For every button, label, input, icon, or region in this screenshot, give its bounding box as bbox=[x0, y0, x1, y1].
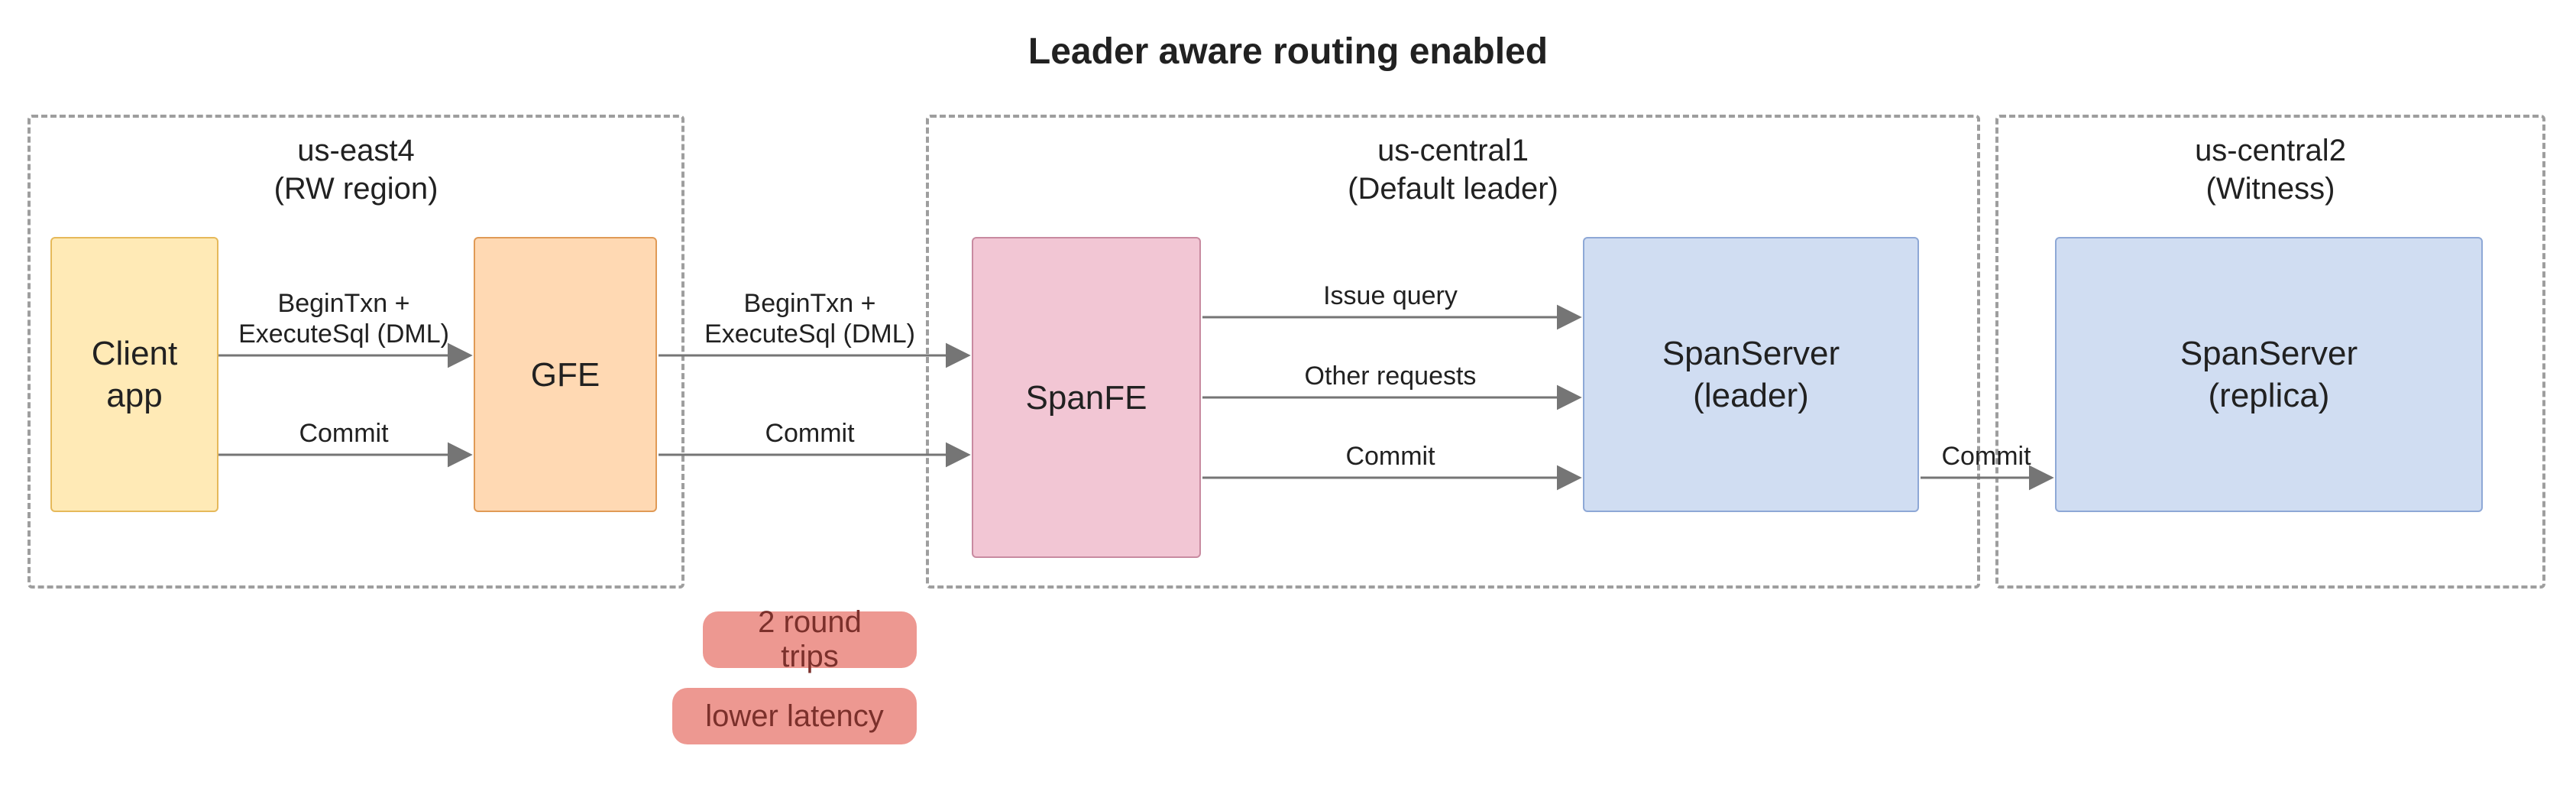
region-name: us-central1 bbox=[1377, 134, 1529, 167]
region-role: (RW region) bbox=[274, 172, 439, 206]
box-spanfe: SpanFE bbox=[972, 237, 1201, 558]
region-name: us-central2 bbox=[2195, 134, 2346, 167]
pill-lower-latency: lower latency bbox=[672, 688, 917, 744]
diagram-title: Leader aware routing enabled bbox=[0, 31, 2576, 73]
region-role: (Witness) bbox=[2206, 172, 2335, 206]
pill-round-trips: 2 round trips bbox=[703, 611, 917, 668]
edge-label: ExecuteSql (DML) bbox=[704, 319, 915, 349]
edge-label: BeginTxn + bbox=[744, 289, 876, 318]
box-gfe: GFE bbox=[474, 237, 657, 512]
edge-label: Commit bbox=[765, 419, 855, 448]
region-label-us-east4: us-east4 (RW region) bbox=[31, 131, 681, 208]
region-label-us-central1: us-central1 (Default leader) bbox=[929, 131, 1977, 208]
box-spanserver-replica: SpanServer (replica) bbox=[2055, 237, 2483, 512]
region-role: (Default leader) bbox=[1348, 172, 1558, 206]
box-spanserver-leader: SpanServer (leader) bbox=[1583, 237, 1919, 512]
region-label-us-central2: us-central2 (Witness) bbox=[1998, 131, 2542, 208]
region-name: us-east4 bbox=[297, 134, 414, 167]
box-client-app: Client app bbox=[50, 237, 218, 512]
diagram-canvas: Leader aware routing enabled us-east4 (R… bbox=[0, 0, 2576, 801]
